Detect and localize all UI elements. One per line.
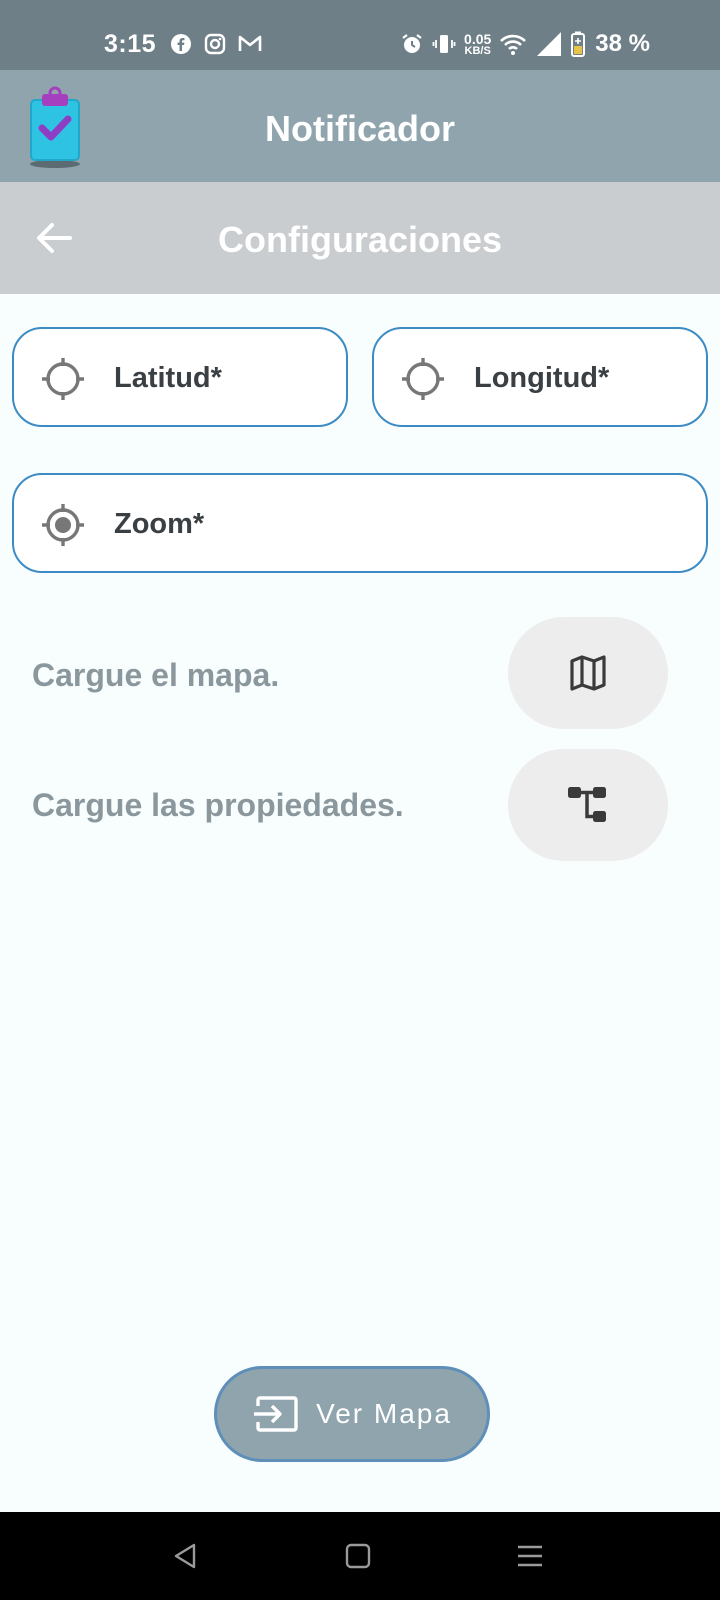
status-right: 0.05 KB/S 38 % [400,30,650,58]
sub-header: Configuraciones [0,182,720,294]
signal-icon [537,32,562,56]
page-title: Configuraciones [217,219,503,260]
back-triangle-icon[interactable] [170,1540,202,1572]
zoom-label: Zoom* [114,508,205,540]
system-nav-bar [0,1512,720,1600]
status-bar: 3:15 0.05 KB/S 38 % [0,0,720,70]
notification-icons [170,33,262,55]
tree-structure-icon [568,787,606,822]
network-speed: 0.05 KB/S [464,30,492,57]
menu-lines-icon[interactable] [514,1540,546,1572]
app-bar: Notificador [0,70,720,182]
instagram-icon [204,33,226,55]
gmail-icon [238,35,262,51]
app-title: Notificador [264,108,455,149]
home-square-icon[interactable] [342,1540,374,1572]
vibrate-icon [432,35,456,53]
load-map-button[interactable] [508,617,668,729]
longitude-field[interactable]: Longitud* [372,327,708,427]
latitude-field[interactable]: Latitud* [12,327,348,427]
facebook-icon [171,34,191,54]
battery-icon [571,31,586,57]
load-properties-button[interactable] [508,749,668,861]
zoom-field[interactable]: Zoom* [12,473,708,573]
longitude-label: Longitud* [474,362,610,394]
status-time: 3:15 [104,30,157,58]
alarm-icon [402,34,422,53]
latitude-label: Latitud* [114,362,222,394]
load-properties-text: Cargue las propiedades. [32,787,404,823]
load-map-text: Cargue el mapa. [32,657,280,693]
map-icon [570,655,606,691]
crosshair-icon [42,358,84,400]
gps-fixed-icon [42,504,84,546]
input-arrow-icon [254,1396,298,1432]
ver-mapa-button[interactable]: Ver Mapa [214,1366,490,1462]
wifi-icon [500,34,527,55]
battery-percent: 38 % [595,30,650,57]
ver-mapa-label: Ver Mapa [316,1398,452,1429]
crosshair-icon [402,358,444,400]
